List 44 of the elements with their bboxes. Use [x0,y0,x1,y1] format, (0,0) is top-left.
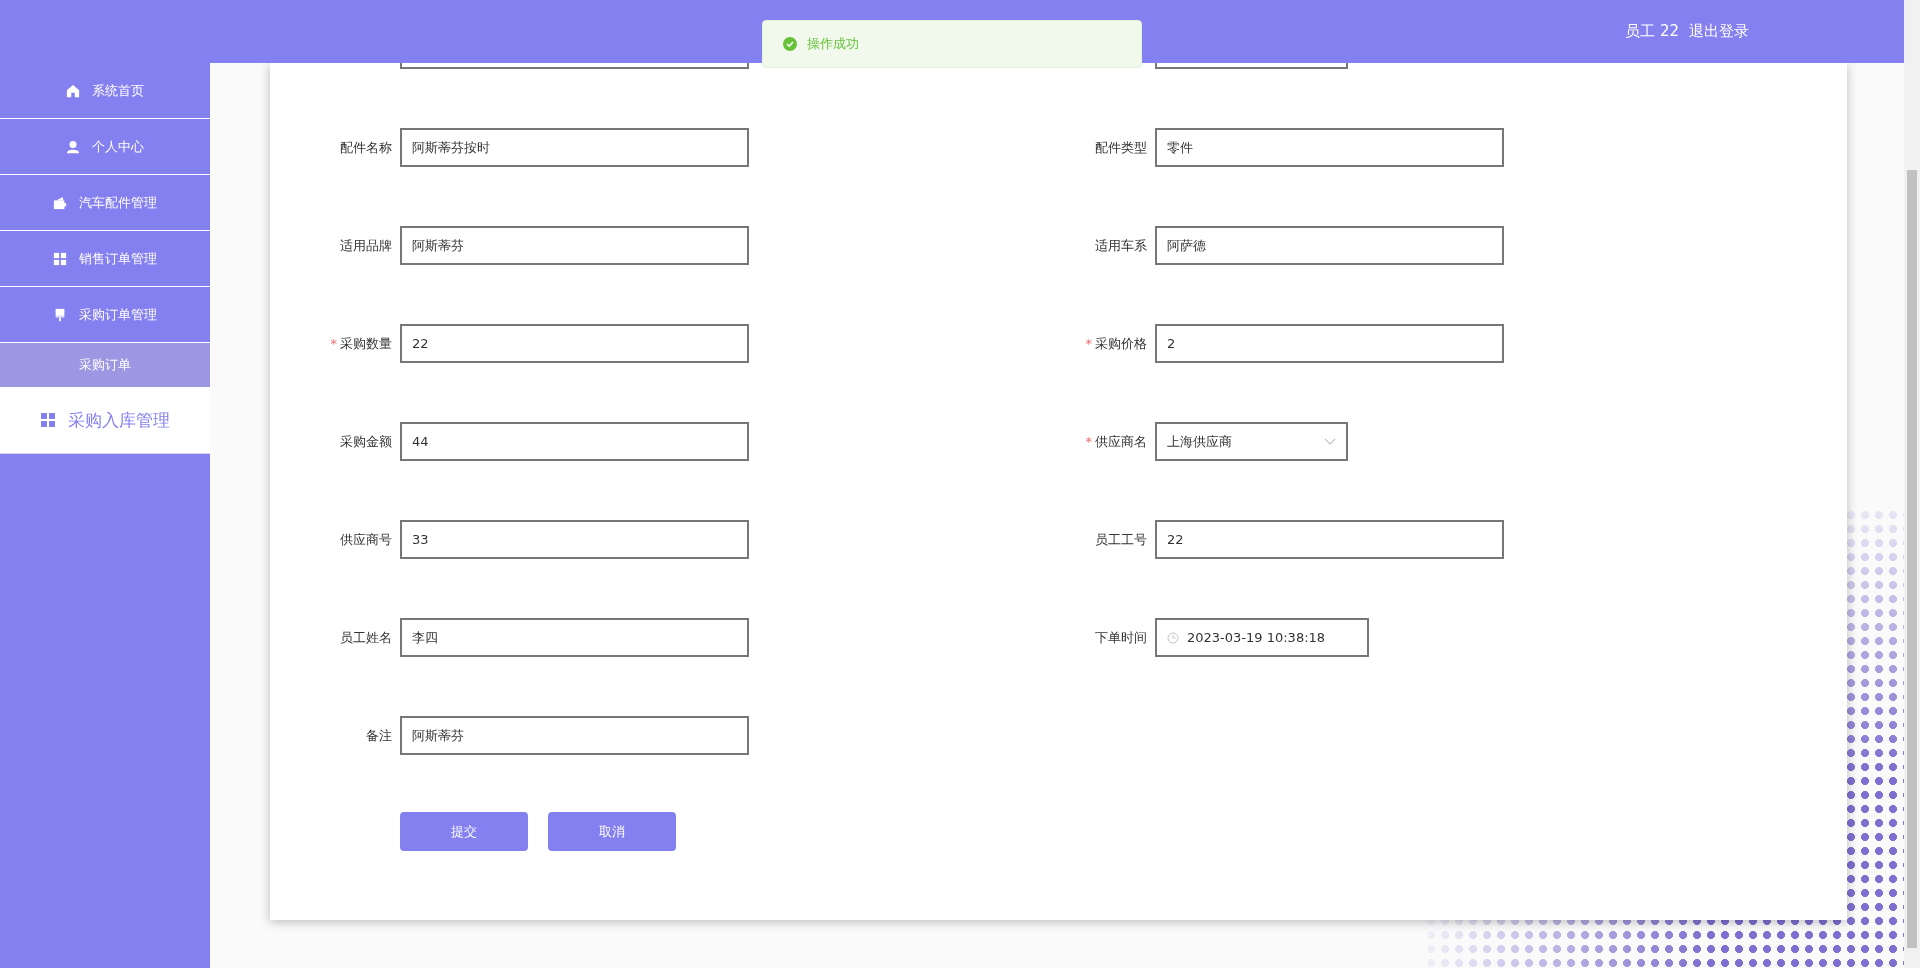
input-field[interactable]: 阿斯蒂芬 [400,716,749,755]
field-label: 供应商号 [340,530,392,549]
input-field[interactable]: 33 [400,520,749,559]
input-field[interactable]: 阿斯蒂芬按时 [400,128,749,167]
select-field[interactable]: 上海供应商 [1155,422,1348,461]
input-field[interactable]: 阿萨德 [1155,226,1504,265]
select-field[interactable] [1155,63,1348,69]
user-name: 员工 22 [1625,22,1679,41]
field-label: 配件名称 [340,138,392,157]
wallet-icon [53,195,67,210]
required-mark: * [330,336,337,351]
input-field[interactable]: 22 [400,324,749,363]
input-field[interactable]: 李四 [400,618,749,657]
input-field[interactable]: 2 [1155,324,1504,363]
chevron-down-icon [1324,437,1336,446]
input-field[interactable]: 22 [1155,520,1504,559]
grid-icon [40,412,56,428]
field-label: 下单时间 [1095,628,1147,647]
field-label: 配件类型 [1095,138,1147,157]
scrollbar[interactable] [1904,0,1920,968]
field-label: 采购数量 [340,334,392,353]
field-label: 采购金额 [340,432,392,451]
required-mark: * [1085,336,1092,351]
brush-icon [53,307,67,322]
field-label: 适用车系 [1095,236,1147,255]
field-label: 员工姓名 [340,628,392,647]
input-field[interactable] [400,63,749,69]
scrollbar-thumb[interactable] [1907,170,1917,948]
toast-message: 操作成功 [807,35,859,53]
clock-icon [1167,631,1179,644]
field-label: 适用品牌 [340,236,392,255]
date-field[interactable]: 2023-03-19 10:38:18 [1155,618,1369,657]
input-field[interactable]: 44 [400,422,749,461]
field-label: 员工工号 [1095,530,1147,549]
field-label: 供应商名 [1095,432,1147,451]
field-label: 备注 [366,726,392,745]
input-field[interactable]: 阿斯蒂芬 [400,226,749,265]
required-mark: * [1085,434,1092,449]
user-icon [66,139,80,154]
home-icon [66,83,80,98]
success-check-icon [783,37,797,51]
field-label: 采购价格 [1095,334,1147,353]
grid-icon [53,251,67,266]
input-field[interactable]: 零件 [1155,128,1504,167]
